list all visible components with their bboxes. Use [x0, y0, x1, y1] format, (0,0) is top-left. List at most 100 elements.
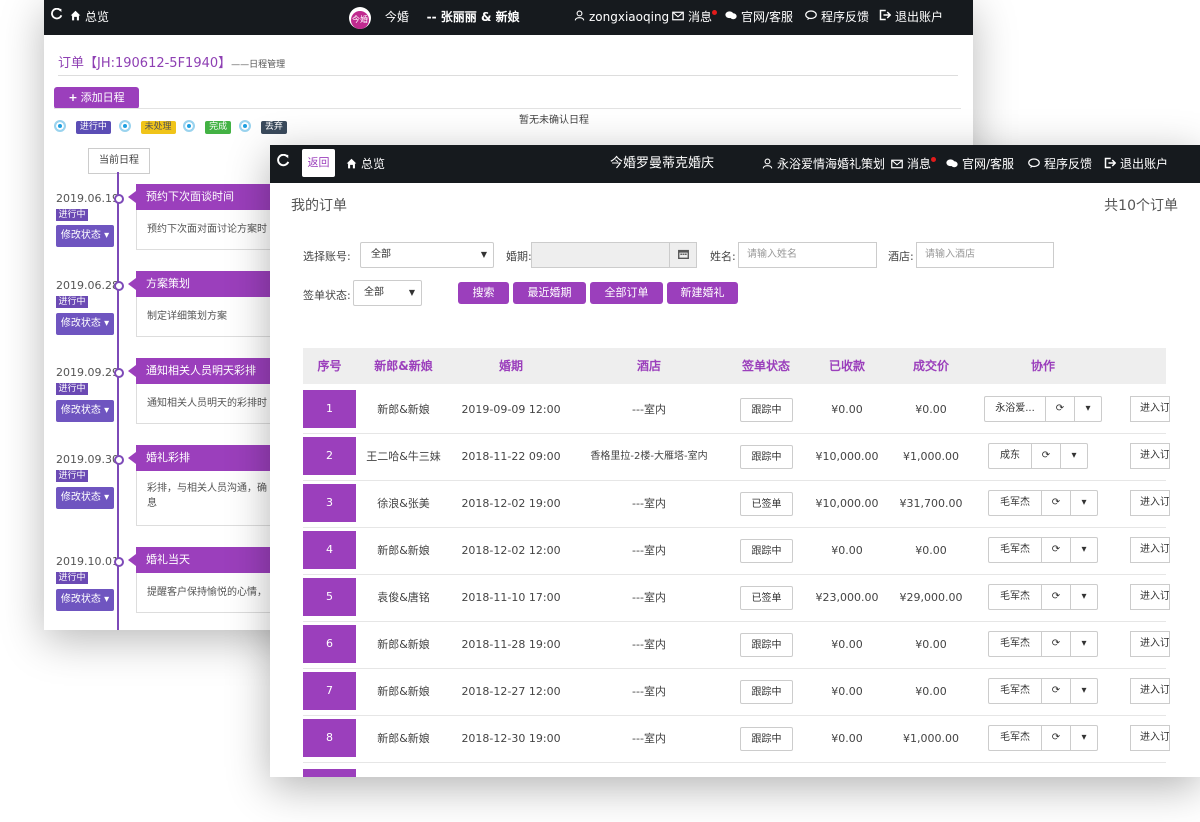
- collab-user[interactable]: 毛军杰: [989, 491, 1042, 515]
- change-status-button[interactable]: 修改状态 ▾: [56, 487, 114, 509]
- change-status-button[interactable]: 修改状态 ▾: [56, 225, 114, 247]
- collab-user[interactable]: 毛军杰: [989, 585, 1042, 609]
- overview-link[interactable]: 总览: [70, 0, 109, 35]
- share-icon[interactable]: ⟳: [1042, 726, 1071, 750]
- cell-hotel: ---室内: [632, 544, 666, 557]
- search-button[interactable]: 搜索: [458, 282, 509, 304]
- hotel-input[interactable]: 请输入酒店: [916, 242, 1054, 268]
- row-index: 5: [303, 578, 356, 616]
- collab-user[interactable]: 永浴爱...: [985, 397, 1046, 421]
- brand-logo: 今婚 今婚 -- 张丽丽 & 新娘: [349, 0, 520, 35]
- radio-in-progress[interactable]: [54, 119, 66, 132]
- caret-down-icon[interactable]: ▾: [1071, 726, 1097, 750]
- collab-user[interactable]: 毛军杰: [989, 679, 1042, 703]
- user-menu[interactable]: 永浴爱情海婚礼策划: [762, 145, 885, 183]
- collab-user[interactable]: 成东: [989, 444, 1032, 468]
- new-wedding-button[interactable]: 新建婚礼: [667, 282, 738, 304]
- share-icon[interactable]: ⟳: [1042, 632, 1071, 656]
- status-badge[interactable]: 跟踪中: [740, 727, 793, 751]
- recent-wedding-button[interactable]: 最近婚期: [513, 282, 586, 304]
- cell-hotel: ---室内: [632, 403, 666, 416]
- chat-icon: [946, 146, 958, 184]
- logout-link[interactable]: 退出账户: [879, 0, 943, 35]
- mail-icon: [891, 146, 903, 184]
- status-badge[interactable]: 跟踪中: [740, 445, 793, 469]
- messages-link[interactable]: 消息: [891, 145, 937, 184]
- service-link[interactable]: 官网/客服: [725, 0, 793, 35]
- share-icon[interactable]: ⟳: [1042, 585, 1071, 609]
- cell-paid: ¥0.00: [831, 732, 863, 745]
- cell-paid: ¥0.00: [831, 685, 863, 698]
- back-button[interactable]: 返回: [302, 149, 335, 177]
- cell-couple: 徐浪&张美: [377, 497, 430, 510]
- wedding-date-label: 婚期:: [506, 250, 532, 263]
- share-icon[interactable]: ⟳: [1046, 397, 1075, 421]
- cell-price: ¥29,000.00: [899, 591, 963, 604]
- add-schedule-button[interactable]: + 添加日程: [54, 87, 139, 109]
- wedding-date-input[interactable]: [531, 242, 669, 268]
- enter-order-button[interactable]: 进入订单: [1130, 490, 1170, 516]
- refresh-icon[interactable]: [276, 145, 290, 183]
- refresh-icon[interactable]: [50, 0, 63, 35]
- share-icon[interactable]: ⟳: [1032, 444, 1061, 468]
- status-badge[interactable]: 跟踪中: [740, 398, 793, 422]
- caret-down-icon[interactable]: ▾: [1071, 632, 1097, 656]
- sign-status-select[interactable]: 全部 ▼: [353, 280, 422, 306]
- collab-user[interactable]: 毛军杰: [989, 726, 1042, 750]
- status-badge[interactable]: 已签单: [740, 492, 793, 516]
- cell-date: 2018-11-10 17:00: [461, 591, 561, 604]
- all-orders-button[interactable]: 全部订单: [590, 282, 663, 304]
- collab-group: 毛军杰 ⟳ ▾: [988, 678, 1098, 704]
- timeline-title: 婚礼当天: [128, 547, 286, 573]
- radio-done[interactable]: [183, 119, 196, 132]
- enter-order-button[interactable]: 进入订单: [1130, 443, 1170, 469]
- status-badge[interactable]: 跟踪中: [740, 539, 793, 563]
- table-header: 序号 新郎&新娘 婚期 酒店 签单状态 已收款 成交价 协作: [303, 348, 1166, 384]
- account-label: 选择账号:: [303, 250, 351, 263]
- caret-down-icon[interactable]: ▾: [1075, 397, 1101, 421]
- radio-discarded[interactable]: [239, 119, 252, 132]
- enter-order-button[interactable]: 进入订单: [1130, 584, 1170, 610]
- overview-link[interactable]: 总览: [346, 145, 385, 183]
- change-status-button[interactable]: 修改状态 ▾: [56, 400, 114, 422]
- caret-down-icon[interactable]: ▾: [1061, 444, 1087, 468]
- unread-dot: [931, 157, 937, 162]
- collab-user[interactable]: 毛军杰: [989, 632, 1042, 656]
- enter-order-button[interactable]: 进入订单: [1130, 396, 1170, 422]
- change-status-button[interactable]: 修改状态 ▾: [56, 589, 114, 611]
- current-schedule-button[interactable]: 当前日程: [88, 148, 150, 174]
- logout-link[interactable]: 退出账户: [1104, 145, 1168, 183]
- enter-order-button[interactable]: 进入订单: [1130, 725, 1170, 751]
- col-couple: 新郎&新娘: [374, 359, 433, 373]
- share-icon[interactable]: ⟳: [1042, 679, 1071, 703]
- enter-order-button[interactable]: 进入订单: [1130, 631, 1170, 657]
- caret-down-icon[interactable]: ▾: [1071, 679, 1097, 703]
- radio-unprocessed[interactable]: [118, 119, 131, 132]
- user-menu[interactable]: zongxiaoqing: [574, 0, 669, 35]
- cell-date: 2018-12-02 19:00: [461, 497, 561, 510]
- status-badge[interactable]: 跟踪中: [740, 633, 793, 657]
- share-icon[interactable]: ⟳: [1042, 538, 1071, 562]
- calendar-icon[interactable]: [669, 242, 697, 268]
- logout-icon: [879, 0, 892, 35]
- messages-link[interactable]: 消息: [672, 0, 718, 35]
- enter-order-button[interactable]: 进入订单: [1130, 678, 1170, 704]
- collab-user[interactable]: 毛军杰: [989, 538, 1042, 562]
- service-link[interactable]: 官网/客服: [946, 145, 1014, 183]
- share-icon[interactable]: ⟳: [1042, 491, 1071, 515]
- feedback-link[interactable]: 程序反馈: [805, 0, 869, 35]
- enter-order-button[interactable]: 进入订单: [1130, 537, 1170, 563]
- status-badge[interactable]: 已签单: [740, 586, 793, 610]
- cell-date: 2018-12-02 12:00: [461, 544, 561, 557]
- account-select[interactable]: 全部 ▼: [360, 242, 494, 268]
- caret-down-icon[interactable]: ▾: [1071, 538, 1097, 562]
- caret-down-icon[interactable]: ▾: [1071, 491, 1097, 515]
- status-legend: 进行中 未处理 完成 丢弃: [54, 118, 291, 134]
- change-status-button[interactable]: 修改状态 ▾: [56, 313, 114, 335]
- caret-down-icon[interactable]: ▾: [1071, 585, 1097, 609]
- col-paid: 已收款: [828, 359, 865, 373]
- name-input[interactable]: 请输入姓名: [738, 242, 877, 268]
- status-badge[interactable]: 跟踪中: [740, 680, 793, 704]
- feedback-link[interactable]: 程序反馈: [1028, 145, 1092, 183]
- home-icon: [70, 0, 81, 35]
